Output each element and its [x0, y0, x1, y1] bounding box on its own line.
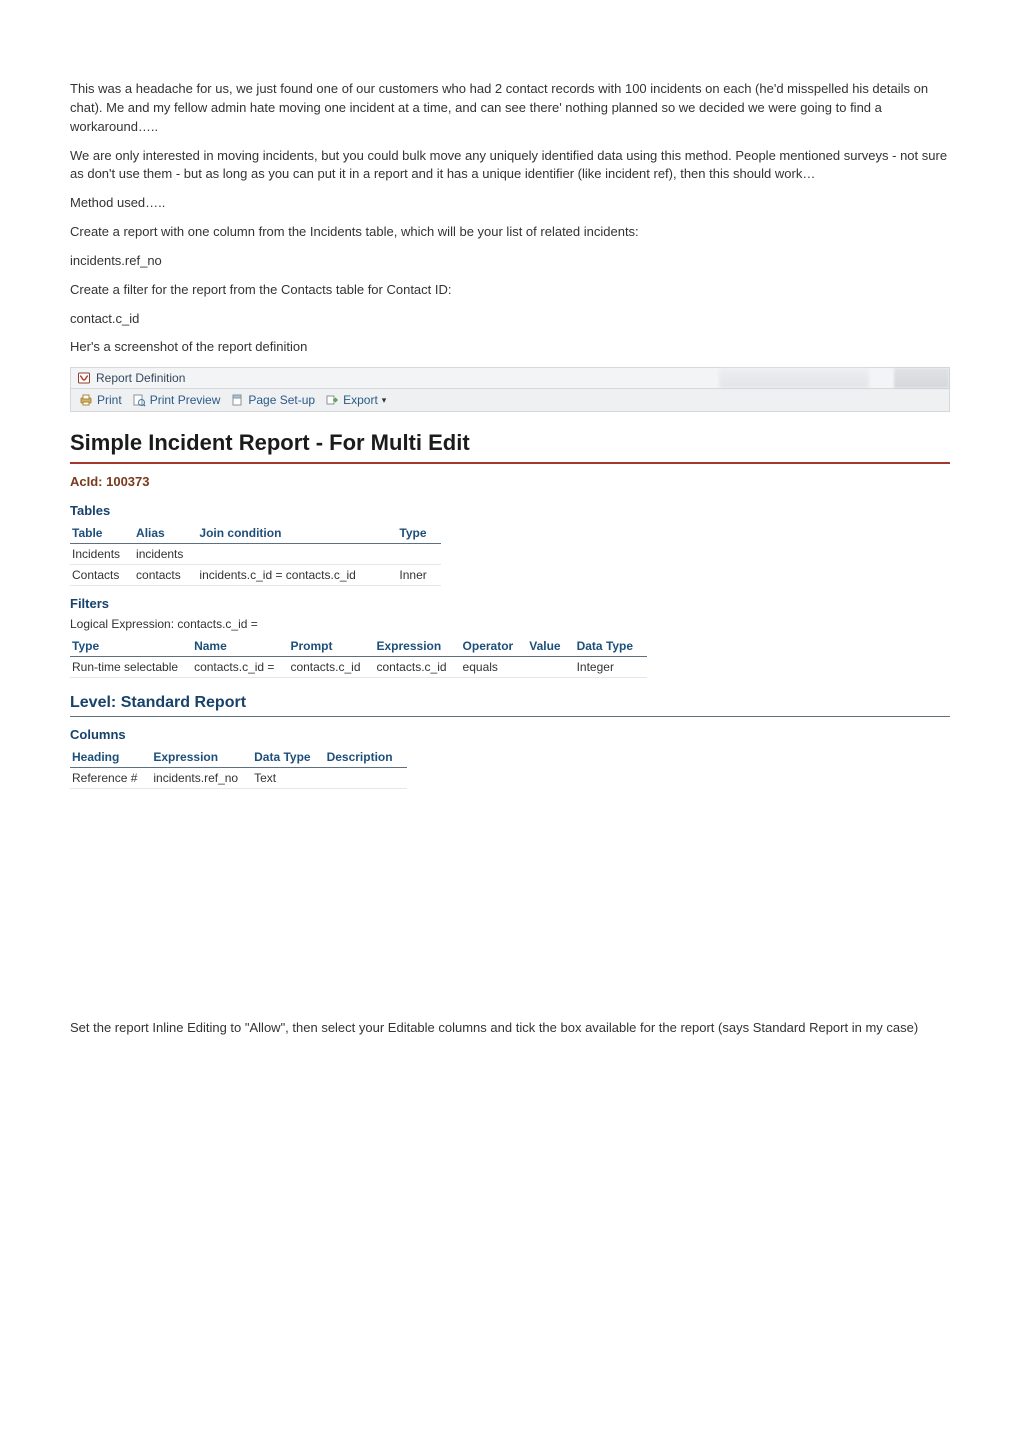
cell: equals [461, 657, 528, 678]
title-underline [70, 462, 950, 464]
col-operator: Operator [461, 637, 528, 657]
tables-heading: Tables [70, 503, 950, 518]
window-title-bar: Report Definition [70, 367, 950, 389]
col-type: Type [70, 637, 192, 657]
paragraph: We are only interested in moving inciden… [70, 147, 950, 185]
col-prompt: Prompt [288, 637, 374, 657]
cell: incidents.c_id = contacts.c_id [197, 565, 397, 586]
paragraph: Create a report with one column from the… [70, 223, 950, 242]
paragraph: Set the report Inline Editing to "Allow"… [70, 1019, 950, 1038]
paragraph: This was a headache for us, we just foun… [70, 80, 950, 137]
cell: Incidents [70, 544, 134, 565]
print-preview-button[interactable]: Print Preview [132, 393, 221, 407]
print-label: Print [97, 393, 122, 407]
printer-icon [79, 393, 93, 407]
table-header-row: Table Alias Join condition Type [70, 524, 441, 544]
logical-expression: Logical Expression: contacts.c_id = [70, 617, 950, 631]
columns-heading: Columns [70, 727, 950, 742]
page-setup-icon [230, 393, 244, 407]
blurred-region [894, 368, 949, 388]
cell [527, 657, 574, 678]
toolbar: Print Print Preview Page Set-up Exp [70, 389, 950, 412]
cell: Inner [397, 565, 440, 586]
table-header-row: Heading Expression Data Type Description [70, 748, 407, 768]
col-table: Table [70, 524, 134, 544]
cell: Integer [575, 657, 647, 678]
col-heading: Heading [70, 748, 151, 768]
blurred-region [719, 368, 869, 388]
page-setup-label: Page Set-up [248, 393, 315, 407]
window-title: Report Definition [96, 371, 185, 385]
report-icon [77, 371, 91, 385]
col-description: Description [325, 748, 407, 768]
paragraph: Method used….. [70, 194, 950, 213]
table-row: Run-time selectable contacts.c_id = cont… [70, 657, 647, 678]
print-preview-label: Print Preview [150, 393, 221, 407]
table-row: Contacts contacts incidents.c_id = conta… [70, 565, 441, 586]
cell: Text [252, 768, 324, 789]
report-title: Simple Incident Report - For Multi Edit [70, 430, 950, 456]
col-type: Type [397, 524, 440, 544]
paragraph: Create a filter for the report from the … [70, 281, 950, 300]
col-join: Join condition [197, 524, 397, 544]
cell: incidents [134, 544, 197, 565]
chevron-down-icon: ▾ [382, 395, 387, 406]
filters-table: Type Name Prompt Expression Operator Val… [70, 637, 647, 678]
paragraph: Her's a screenshot of the report definit… [70, 338, 950, 357]
cell [197, 544, 397, 565]
cell [397, 544, 440, 565]
cell: contacts.c_id = [192, 657, 288, 678]
filters-heading: Filters [70, 596, 950, 611]
col-alias: Alias [134, 524, 197, 544]
export-button[interactable]: Export ▾ [325, 393, 386, 407]
tables-table: Table Alias Join condition Type Incident… [70, 524, 441, 586]
preview-icon [132, 393, 146, 407]
export-label: Export [343, 393, 378, 407]
cell: contacts.c_id [375, 657, 461, 678]
cell: contacts.c_id [288, 657, 374, 678]
table-header-row: Type Name Prompt Expression Operator Val… [70, 637, 647, 657]
cell [325, 768, 407, 789]
print-button[interactable]: Print [79, 393, 122, 407]
columns-table: Heading Expression Data Type Description… [70, 748, 407, 789]
col-expression: Expression [375, 637, 461, 657]
page-setup-button[interactable]: Page Set-up [230, 393, 315, 407]
col-datatype: Data Type [252, 748, 324, 768]
col-datatype: Data Type [575, 637, 647, 657]
cell: incidents.ref_no [151, 768, 252, 789]
col-name: Name [192, 637, 288, 657]
level-heading: Level: Standard Report [70, 694, 950, 712]
table-row: Reference # incidents.ref_no Text [70, 768, 407, 789]
cell: contacts [134, 565, 197, 586]
col-value: Value [527, 637, 574, 657]
paragraph: contact.c_id [70, 310, 950, 329]
cell: Contacts [70, 565, 134, 586]
col-expression: Expression [151, 748, 252, 768]
level-underline [70, 716, 950, 717]
paragraph: incidents.ref_no [70, 252, 950, 271]
table-row: Incidents incidents [70, 544, 441, 565]
export-icon [325, 393, 339, 407]
cell: Run-time selectable [70, 657, 192, 678]
cell: Reference # [70, 768, 151, 789]
acid-label: AcId: 100373 [70, 474, 950, 489]
